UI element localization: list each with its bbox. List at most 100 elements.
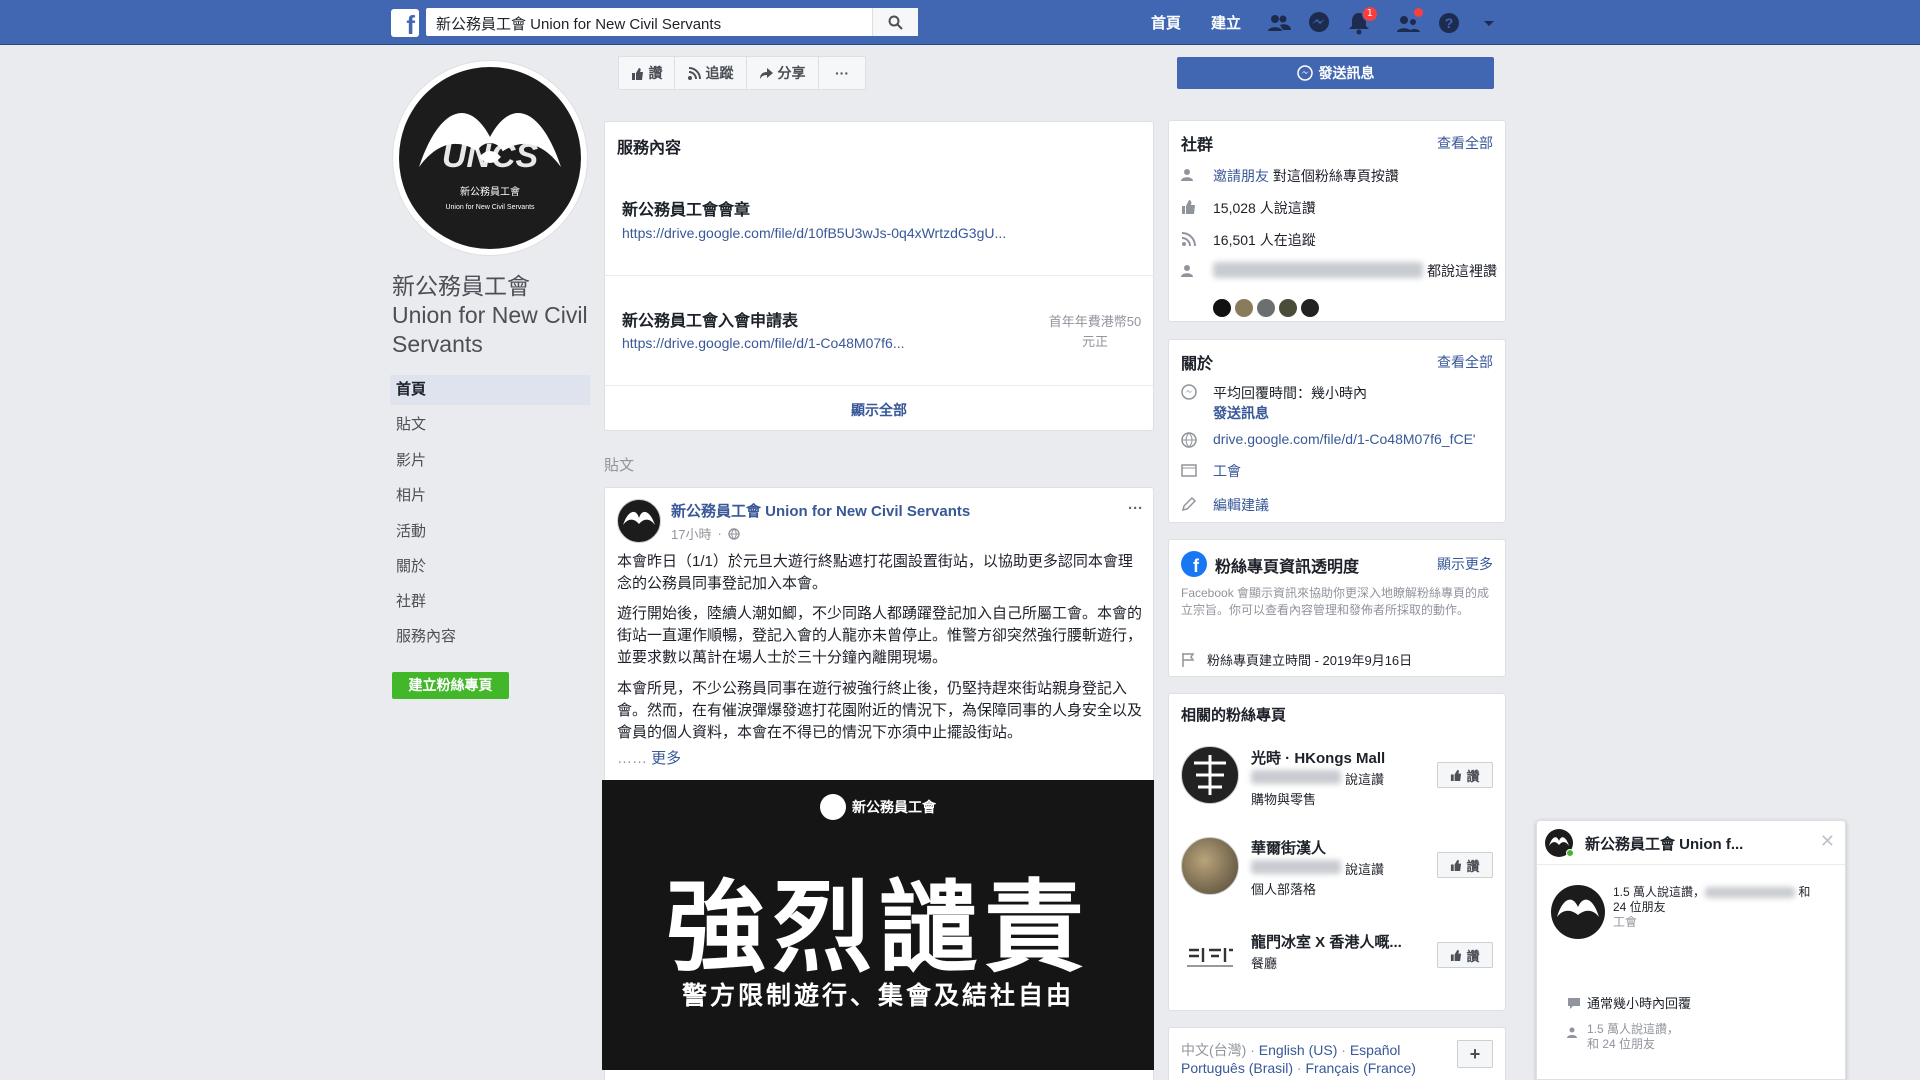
post-banner-image[interactable]: 新公務員工會 強烈譴責 警方限制遊行、集會及結社自由 (602, 780, 1154, 1070)
thumbs-up-icon (1451, 859, 1462, 871)
send-message-label: 發送訊息 (1318, 65, 1375, 81)
services-heading: 服務內容 (617, 140, 682, 157)
friend-avatar[interactable] (1301, 299, 1319, 317)
invite-friends-link[interactable]: 邀請朋友 (1213, 168, 1269, 184)
left-nav-events[interactable]: 活動 (390, 517, 590, 547)
friend-requests-icon[interactable] (1266, 10, 1292, 36)
like-page-button[interactable]: 讚 (619, 57, 675, 89)
website-link[interactable]: drive.google.com/file/d/1-Co48M07f6_fCE' (1213, 431, 1476, 447)
service-url[interactable]: https://drive.google.com/file/d/10fB5U3w… (622, 225, 1006, 241)
more-options-button[interactable]: ··· (819, 57, 865, 89)
category-tag-icon (1181, 464, 1197, 477)
transparency-show-more-link[interactable]: 顯示更多 (1437, 554, 1493, 574)
about-heading[interactable]: 關於 (1181, 350, 1213, 374)
nav-create-link[interactable]: 建立 (1211, 12, 1241, 33)
quick-help-people-icon[interactable] (1395, 8, 1423, 36)
service-title[interactable]: 新公務員工會會章 (622, 196, 750, 220)
chat-header[interactable]: 新公務員工會 Union f... ✕ (1537, 821, 1845, 865)
pencil-icon (1181, 496, 1197, 512)
close-icon[interactable]: ✕ (1820, 831, 1835, 852)
about-see-all-link[interactable]: 查看全部 (1437, 352, 1493, 372)
about-send-message-link[interactable]: 發送訊息 (1213, 403, 1269, 423)
nav-home-link[interactable]: 首頁 (1151, 12, 1181, 33)
related-page-like-button[interactable]: 讚 (1437, 852, 1493, 878)
related-page-like-button[interactable]: 讚 (1437, 942, 1493, 968)
divider (605, 385, 1153, 386)
banner-title: 強烈譴責 (666, 868, 1090, 986)
suggest-edits-link[interactable]: 編輯建議 (1213, 495, 1269, 515)
related-page-avatar[interactable] (1181, 926, 1239, 984)
related-page-name[interactable]: 光時 · HKongs Mall (1251, 747, 1385, 768)
see-more-link[interactable]: 更多 (651, 750, 681, 767)
page-created-date: 粉絲專頁建立時間 - 2019年9月16日 (1207, 653, 1413, 668)
category-link[interactable]: 工會 (1213, 461, 1241, 481)
language-link[interactable]: Português (Brasil) (1181, 1060, 1293, 1076)
add-language-button[interactable]: + (1457, 1040, 1493, 1068)
search-box[interactable]: 新公務員工會 Union for New Civil Servants (426, 8, 918, 36)
community-see-all-link[interactable]: 查看全部 (1437, 133, 1493, 153)
service-title[interactable]: 新公務員工會入會申請表 (622, 307, 798, 331)
left-nav-services[interactable]: 服務內容 (390, 622, 590, 652)
search-button[interactable] (872, 8, 918, 36)
left-nav-about[interactable]: 關於 (390, 552, 590, 582)
chevron-down-icon[interactable] (1480, 10, 1498, 36)
page-title[interactable]: 新公務員工會 Union for New Civil Servants (392, 272, 592, 359)
post-see-more[interactable]: …… 更多 (617, 748, 688, 770)
language-link[interactable]: Français (France) (1306, 1060, 1416, 1076)
follow-page-button[interactable]: 追蹤 (675, 57, 747, 89)
help-icon[interactable]: ? (1436, 10, 1462, 36)
related-page-name[interactable]: 華爾街漢人 (1251, 837, 1326, 858)
friend-avatar[interactable] (1257, 299, 1275, 317)
language-link[interactable]: Español (1350, 1042, 1401, 1058)
thumbs-up-icon (1451, 769, 1462, 781)
service-url[interactable]: https://drive.google.com/file/d/1-Co48M0… (622, 335, 904, 351)
left-nav-photos[interactable]: 相片 (390, 481, 590, 511)
related-page-avatar[interactable] (1181, 746, 1239, 804)
divider (605, 275, 1153, 276)
messenger-outline-icon (1181, 384, 1197, 400)
people-icon (1181, 169, 1193, 181)
send-message-button[interactable]: 發送訊息 (1177, 57, 1494, 89)
left-nav-home[interactable]: 首頁 (390, 375, 590, 405)
language-link[interactable]: English (US) (1259, 1042, 1338, 1058)
related-page-likes: 說這讚 (1345, 772, 1385, 787)
left-nav-posts[interactable]: 貼文 (390, 410, 590, 440)
messenger-icon (1296, 65, 1313, 81)
show-all-services-link[interactable]: 顯示全部 (605, 400, 1153, 420)
thumbs-up-icon (631, 67, 643, 80)
page-profile-picture[interactable]: UNCS 新公務員工會 Union for New Civil Servants (392, 60, 588, 256)
community-heading[interactable]: 社群 (1181, 131, 1213, 155)
post-timestamp[interactable]: 17小時 (671, 524, 711, 543)
friend-avatar[interactable] (1213, 299, 1231, 317)
post-author-name[interactable]: 新公務員工會 Union for New Civil Servants (671, 500, 970, 521)
friends-like-text: 都說這裡讚 (1427, 263, 1497, 279)
facebook-circle-icon: f (1181, 551, 1207, 577)
friend-avatar[interactable] (1279, 299, 1297, 317)
post-options-icon[interactable]: ··· (1128, 500, 1143, 517)
left-nav-community[interactable]: 社群 (390, 587, 590, 617)
page-follows-count[interactable]: 16,501 人在追蹤 (1213, 230, 1316, 250)
friend-avatars[interactable] (1213, 299, 1319, 317)
notifications-icon[interactable]: 1 (1346, 6, 1378, 36)
page-likes-count[interactable]: 15,028 人說這讚 (1213, 198, 1316, 218)
share-page-button[interactable]: 分享 (747, 57, 819, 89)
related-page-like-button[interactable]: 讚 (1437, 762, 1493, 788)
online-status-dot (1566, 849, 1574, 857)
banner-org-heading: 新公務員工會 (602, 794, 1154, 820)
globe-icon (728, 527, 740, 540)
facebook-logo-icon[interactable]: f (391, 9, 419, 37)
thumbs-up-icon (1451, 949, 1462, 961)
invite-friends-text: 對這個粉絲專頁按讚 (1272, 168, 1399, 184)
invite-friends-row: 邀請朋友 對這個粉絲專頁按讚 (1213, 166, 1399, 186)
chat-title[interactable]: 新公務員工會 Union f... (1585, 833, 1743, 854)
banner-subtitle: 警方限制遊行、集會及結社自由 (681, 981, 1074, 1010)
related-page-avatar[interactable] (1181, 837, 1239, 895)
messenger-icon[interactable] (1306, 10, 1332, 36)
search-input[interactable]: 新公務員工會 Union for New Civil Servants (436, 13, 721, 34)
left-nav-videos[interactable]: 影片 (390, 446, 590, 476)
create-page-button[interactable]: 建立粉絲專頁 (392, 672, 509, 699)
notification-badge: 1 (1361, 6, 1378, 22)
post-author-avatar[interactable] (617, 499, 661, 543)
friend-avatar[interactable] (1235, 299, 1253, 317)
related-page-name[interactable]: 龍門冰室 X 香港人嘅... (1251, 931, 1402, 952)
